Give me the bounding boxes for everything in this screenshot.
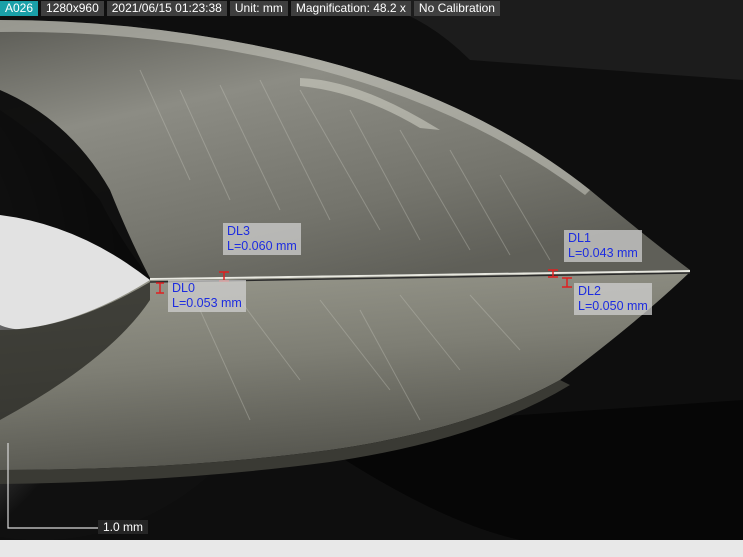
calibration-readout: No Calibration xyxy=(413,1,500,16)
measurement-length: L=0.043 mm xyxy=(568,246,638,260)
scale-bar-label: 1.0 mm xyxy=(98,520,149,534)
drill-tip-image xyxy=(0,0,743,540)
measurement-name: DL3 xyxy=(227,224,250,238)
measurement-label-dl2[interactable]: DL2 L=0.050 mm xyxy=(574,283,652,315)
status-bar: A026 1280x960 2021/06/15 01:23:38 Unit: … xyxy=(0,0,500,17)
image-id-badge: A026 xyxy=(0,1,39,16)
datetime-readout: 2021/06/15 01:23:38 xyxy=(106,1,227,16)
measurement-label-dl1[interactable]: DL1 L=0.043 mm xyxy=(564,230,642,262)
resolution-readout: 1280x960 xyxy=(41,1,104,16)
unit-readout: Unit: mm xyxy=(229,1,288,16)
measurement-label-dl3[interactable]: DL3 L=0.060 mm xyxy=(223,223,301,255)
measurement-name: DL1 xyxy=(568,231,591,245)
measurement-name: DL2 xyxy=(578,284,601,298)
measurement-length: L=0.050 mm xyxy=(578,299,648,313)
measurement-length: L=0.053 mm xyxy=(172,296,242,310)
measurement-label-dl0[interactable]: DL0 L=0.053 mm xyxy=(168,280,246,312)
bottom-panel-strip xyxy=(0,540,743,557)
measurement-length: L=0.060 mm xyxy=(227,239,297,253)
magnification-readout: Magnification: 48.2 x xyxy=(290,1,411,16)
measurement-name: DL0 xyxy=(172,281,195,295)
microscope-image-viewport[interactable]: A026 1280x960 2021/06/15 01:23:38 Unit: … xyxy=(0,0,743,540)
